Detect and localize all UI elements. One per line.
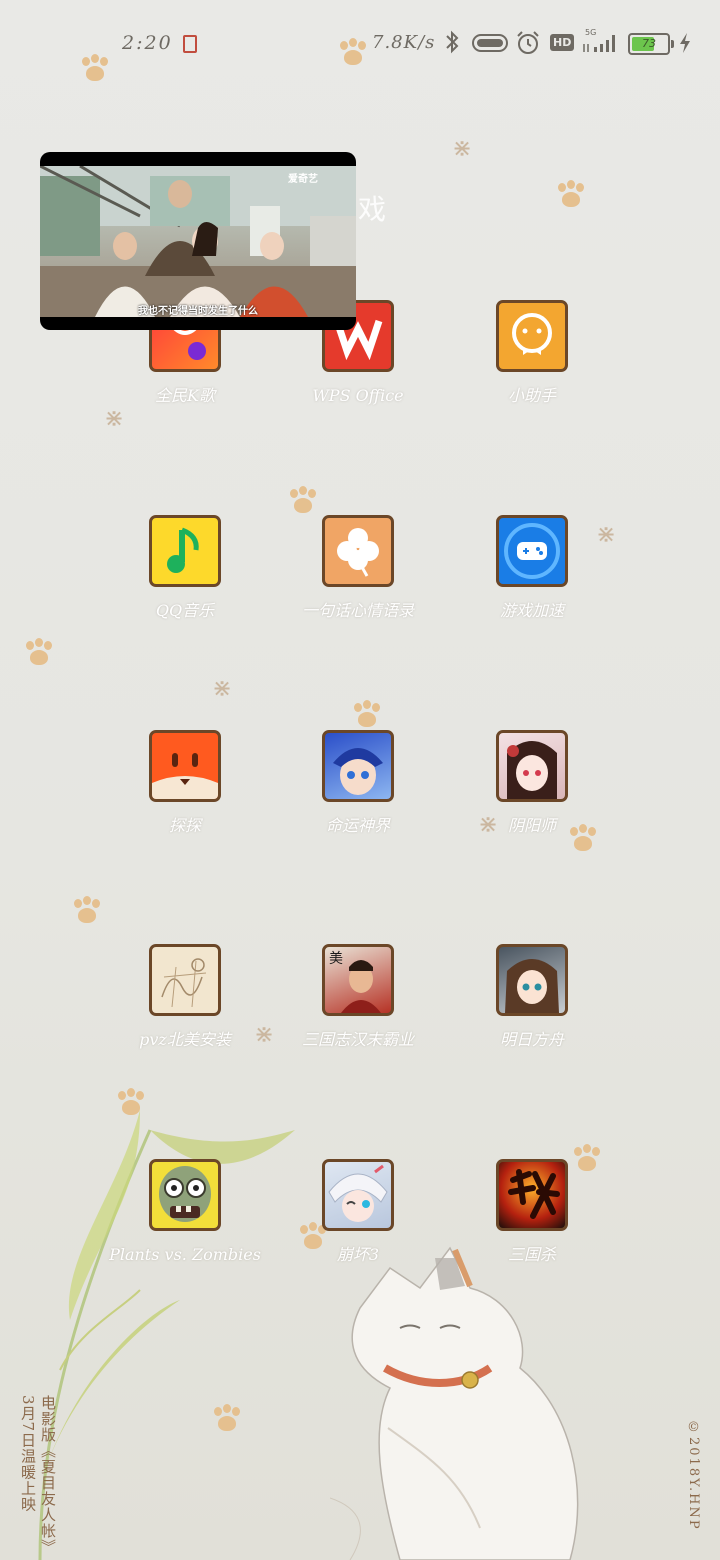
pip-video-player[interactable]: 爱奇艺 我也不记得当时发生了什么 (40, 152, 356, 330)
app-pvz-na-install[interactable]: pvz北美安装 (98, 944, 272, 1049)
zombie-icon (149, 1159, 221, 1231)
app-label: 一句话心情语录 (301, 601, 414, 620)
valkyrie-icon (322, 1159, 394, 1231)
app-label: WPS Office (312, 386, 404, 405)
app-mood-quotes[interactable]: 一句话心情语录 (271, 515, 445, 620)
app-label: Plants vs. Zombies (109, 1245, 261, 1264)
paw-decoration (338, 38, 368, 68)
app-label: 小助手 (507, 386, 556, 405)
app-honkai-3[interactable]: 崩坏3 (271, 1159, 445, 1264)
svg-text:美: 美 (329, 951, 343, 967)
assistant-icon (496, 300, 568, 372)
folder-title: 戏 (358, 193, 387, 226)
app-xiao-zhushou[interactable]: 小助手 (445, 300, 619, 405)
fox-icon (149, 730, 221, 802)
charging-icon (680, 33, 690, 53)
bluetooth-icon (446, 30, 459, 54)
paw-decoration (72, 896, 102, 926)
wallpaper-copyright: ©2018Y.HNP (686, 1420, 701, 1531)
paw-decoration (352, 700, 382, 730)
app-label: QQ音乐 (155, 601, 215, 620)
app-label: 探探 (168, 816, 201, 835)
app-qq-music[interactable]: QQ音乐 (98, 515, 272, 620)
app-sanguozhi-hanmo-baye[interactable]: 美 三国志汉末霸业 (271, 944, 445, 1049)
app-label: pvz北美安装 (139, 1030, 231, 1049)
paw-decoration (556, 180, 586, 210)
battery-icon: 73 (628, 33, 674, 55)
app-onmyoji[interactable]: 阴阳师 (445, 730, 619, 835)
app-label: 明日方舟 (499, 1030, 564, 1049)
dragonfly-decoration: ⋇ (452, 134, 473, 162)
app-label: 崩坏3 (336, 1245, 380, 1264)
clover-icon (322, 515, 394, 587)
warrior-icon: 美 (322, 944, 394, 1016)
clock: 2:20 (122, 32, 173, 54)
paw-decoration (24, 638, 54, 668)
app-game-booster[interactable]: 游戏加速 (445, 515, 619, 620)
dragonfly-decoration: ⋇ (212, 674, 233, 702)
battery-level: 73 (642, 37, 656, 50)
video-scene (40, 166, 356, 317)
anime-girl-icon (496, 730, 568, 802)
anime-boy-icon (322, 730, 394, 802)
sha-icon (496, 1159, 568, 1231)
app-label: 全民K歌 (155, 386, 215, 405)
hd-icon: HD (550, 34, 575, 51)
app-label: 三国杀 (507, 1245, 556, 1264)
network-speed: 7.8K/s (372, 32, 436, 53)
dragonfly-decoration: ⋇ (104, 404, 125, 432)
app-label: 游戏加速 (499, 601, 564, 620)
paw-decoration (288, 486, 318, 516)
signal-icon (583, 35, 615, 52)
wallpaper-release-date: 3月7日温暖上映 (19, 1395, 37, 1513)
operator-icon (496, 944, 568, 1016)
cat-illustration (330, 1246, 579, 1560)
app-arknights[interactable]: 明日方舟 (445, 944, 619, 1049)
music-note-icon (149, 515, 221, 587)
app-label: 命运神界 (325, 816, 390, 835)
app-plants-vs-zombies[interactable]: Plants vs. Zombies (98, 1159, 272, 1264)
video-subtitle: 我也不记得当时发生了什么 (138, 306, 258, 317)
alarm-icon (517, 31, 539, 54)
notification-icon (183, 35, 197, 53)
video-frame: 爱奇艺 我也不记得当时发生了什么 (40, 166, 356, 317)
app-mingyun-shenjie[interactable]: 命运神界 (271, 730, 445, 835)
toggle-icon (472, 34, 508, 52)
wallpaper-caption: 电影版《夏目友人帐》 (39, 1395, 57, 1555)
gamepad-icon (496, 515, 568, 587)
app-label: 三国志汉末霸业 (301, 1030, 414, 1049)
battery-cap (671, 40, 674, 48)
app-label: 阴阳师 (507, 816, 556, 835)
app-sanguosha[interactable]: 三国杀 (445, 1159, 619, 1264)
paw-decoration (80, 54, 110, 84)
app-tantan[interactable]: 探探 (98, 730, 272, 835)
iqiyi-logo: 爱奇艺 (288, 174, 318, 185)
sketch-icon (149, 944, 221, 1016)
